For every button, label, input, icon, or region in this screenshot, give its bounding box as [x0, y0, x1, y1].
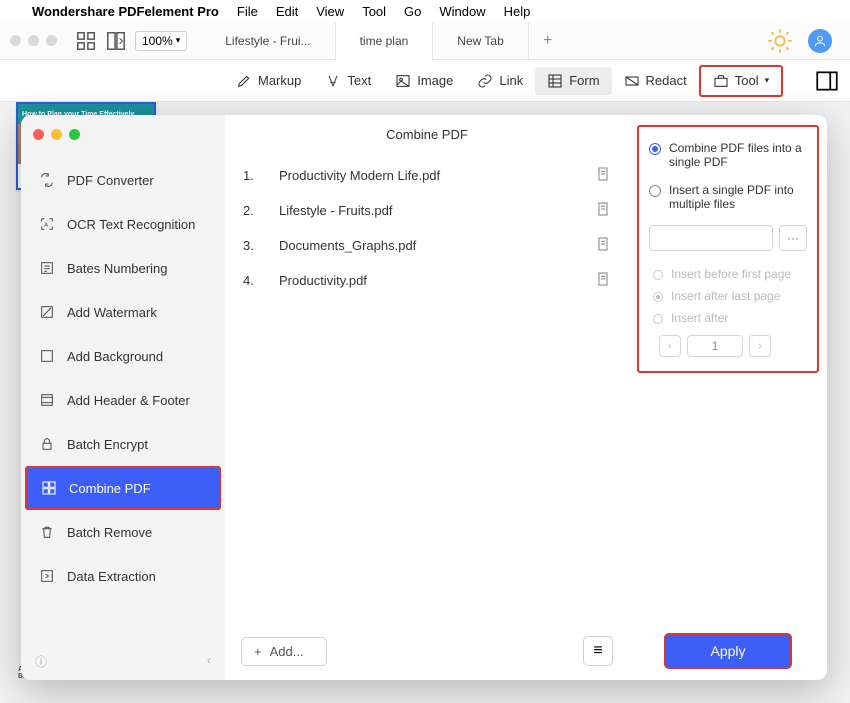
markup-icon — [236, 73, 252, 89]
file-row[interactable]: 1.Productivity Modern Life.pdf — [243, 158, 611, 193]
options-panel: Combine PDF files into a single PDF Inse… — [629, 115, 827, 680]
menu-window[interactable]: Window — [439, 4, 485, 19]
chevron-down-icon: ▾ — [765, 75, 770, 86]
trash-icon — [39, 524, 55, 540]
browse-button[interactable]: ··· — [779, 225, 807, 251]
converter-icon — [39, 172, 55, 188]
svg-text:A: A — [44, 223, 48, 229]
menu-go[interactable]: Go — [404, 4, 421, 19]
menu-file[interactable]: File — [237, 4, 258, 19]
thumbnail-view-icon[interactable] — [75, 30, 97, 52]
theme-icon[interactable] — [766, 27, 794, 55]
file-list: 1.Productivity Modern Life.pdf 2.Lifesty… — [225, 154, 629, 626]
option-insert-before: Insert before first page — [649, 263, 807, 285]
menu-view[interactable]: View — [316, 4, 344, 19]
menu-tool[interactable]: Tool — [362, 4, 386, 19]
redact-icon — [624, 73, 640, 89]
stepper-next[interactable]: › — [749, 335, 771, 357]
menu-help[interactable]: Help — [504, 4, 531, 19]
form-icon — [547, 73, 563, 89]
panel-toggle-icon[interactable] — [814, 68, 840, 94]
radio-icon — [649, 185, 661, 197]
insert-file-input[interactable] — [649, 225, 773, 251]
form-button[interactable]: Form — [535, 67, 611, 95]
sidebar-item-watermark[interactable]: Add Watermark — [21, 290, 225, 334]
sidebar-item-combine-pdf[interactable]: Combine PDF — [25, 466, 221, 510]
list-menu-button[interactable]: ≡ — [583, 636, 613, 666]
radio-icon — [649, 143, 661, 155]
window-traffic-lights[interactable] — [10, 35, 57, 46]
chevron-down-icon: ▾ — [176, 35, 181, 46]
collapse-icon[interactable]: ‹ — [207, 653, 211, 670]
page-icon — [595, 201, 611, 220]
stepper-prev[interactable]: ‹ — [659, 335, 681, 357]
layout-view-icon[interactable] — [105, 30, 127, 52]
add-tab-button[interactable]: + — [529, 22, 567, 60]
markup-button[interactable]: Markup — [224, 67, 313, 95]
add-file-button[interactable]: +Add... — [241, 637, 327, 666]
page-icon — [595, 271, 611, 290]
extract-icon — [39, 568, 55, 584]
user-avatar[interactable] — [808, 29, 832, 53]
page-icon — [595, 166, 611, 185]
dialog-main: Combine PDF 1.Productivity Modern Life.p… — [225, 115, 629, 680]
app-name[interactable]: Wondershare PDFelement Pro — [32, 4, 219, 19]
dialog-title: Combine PDF — [225, 115, 629, 154]
page-stepper: ‹ 1 › — [649, 335, 807, 357]
option-combine[interactable]: Combine PDF files into a single PDF — [649, 141, 807, 169]
sidebar-item-header-footer[interactable]: Add Header & Footer — [21, 378, 225, 422]
tab-lifestyle[interactable]: Lifestyle - Frui... — [201, 22, 335, 60]
file-row[interactable]: 4.Productivity.pdf — [243, 263, 611, 298]
sidebar-item-batch-remove[interactable]: Batch Remove — [21, 510, 225, 554]
bates-icon — [39, 260, 55, 276]
text-button[interactable]: Text — [313, 67, 383, 95]
link-button[interactable]: Link — [465, 67, 535, 95]
text-icon — [325, 73, 341, 89]
sidebar-item-bates[interactable]: Bates Numbering — [21, 246, 225, 290]
link-icon — [477, 73, 493, 89]
watermark-icon — [39, 304, 55, 320]
file-row[interactable]: 3.Documents_Graphs.pdf — [243, 228, 611, 263]
sidebar-item-ocr[interactable]: AOCR Text Recognition — [21, 202, 225, 246]
stepper-value[interactable]: 1 — [687, 335, 743, 357]
plus-icon: + — [254, 644, 262, 659]
sidebar-item-background[interactable]: Add Background — [21, 334, 225, 378]
page-icon — [595, 236, 611, 255]
tab-new[interactable]: New Tab — [433, 22, 528, 60]
sidebar-item-data-extraction[interactable]: Data Extraction — [21, 554, 225, 598]
background-icon — [39, 348, 55, 364]
combine-pdf-dialog: PDF Converter AOCR Text Recognition Bate… — [21, 115, 827, 680]
image-icon — [395, 73, 411, 89]
ocr-icon: A — [39, 216, 55, 232]
sidebar-item-pdf-converter[interactable]: PDF Converter — [21, 158, 225, 202]
options-box: Combine PDF files into a single PDF Inse… — [637, 125, 819, 373]
header-footer-icon — [39, 392, 55, 408]
image-button[interactable]: Image — [383, 67, 465, 95]
toolbar-ribbon: Markup Text Image Link Form Redact Tool▾ — [0, 60, 850, 102]
zoom-dropdown[interactable]: 100%▾ — [135, 31, 187, 51]
app-toolbar: 100%▾ Lifestyle - Frui... time plan New … — [0, 22, 850, 60]
combine-icon — [41, 480, 57, 496]
tab-time-plan[interactable]: time plan — [336, 22, 434, 60]
lock-icon — [39, 436, 55, 452]
file-row[interactable]: 2.Lifestyle - Fruits.pdf — [243, 193, 611, 228]
toolbox-icon — [713, 73, 729, 89]
dialog-traffic-lights[interactable] — [21, 125, 225, 158]
option-insert[interactable]: Insert a single PDF into multiple files — [649, 183, 807, 211]
menu-edit[interactable]: Edit — [276, 4, 298, 19]
hamburger-icon: ≡ — [593, 642, 602, 660]
redact-button[interactable]: Redact — [612, 67, 699, 95]
option-insert-after-last: Insert after last page — [649, 285, 807, 307]
apply-button[interactable]: Apply — [664, 633, 792, 669]
option-insert-after: Insert after — [649, 307, 807, 329]
tool-button[interactable]: Tool▾ — [699, 65, 783, 97]
sidebar-item-encrypt[interactable]: Batch Encrypt — [21, 422, 225, 466]
tools-sidebar: PDF Converter AOCR Text Recognition Bate… — [21, 115, 225, 680]
info-icon[interactable]: ⓘ — [35, 653, 47, 670]
system-menubar: Wondershare PDFelement Pro File Edit Vie… — [0, 0, 850, 22]
